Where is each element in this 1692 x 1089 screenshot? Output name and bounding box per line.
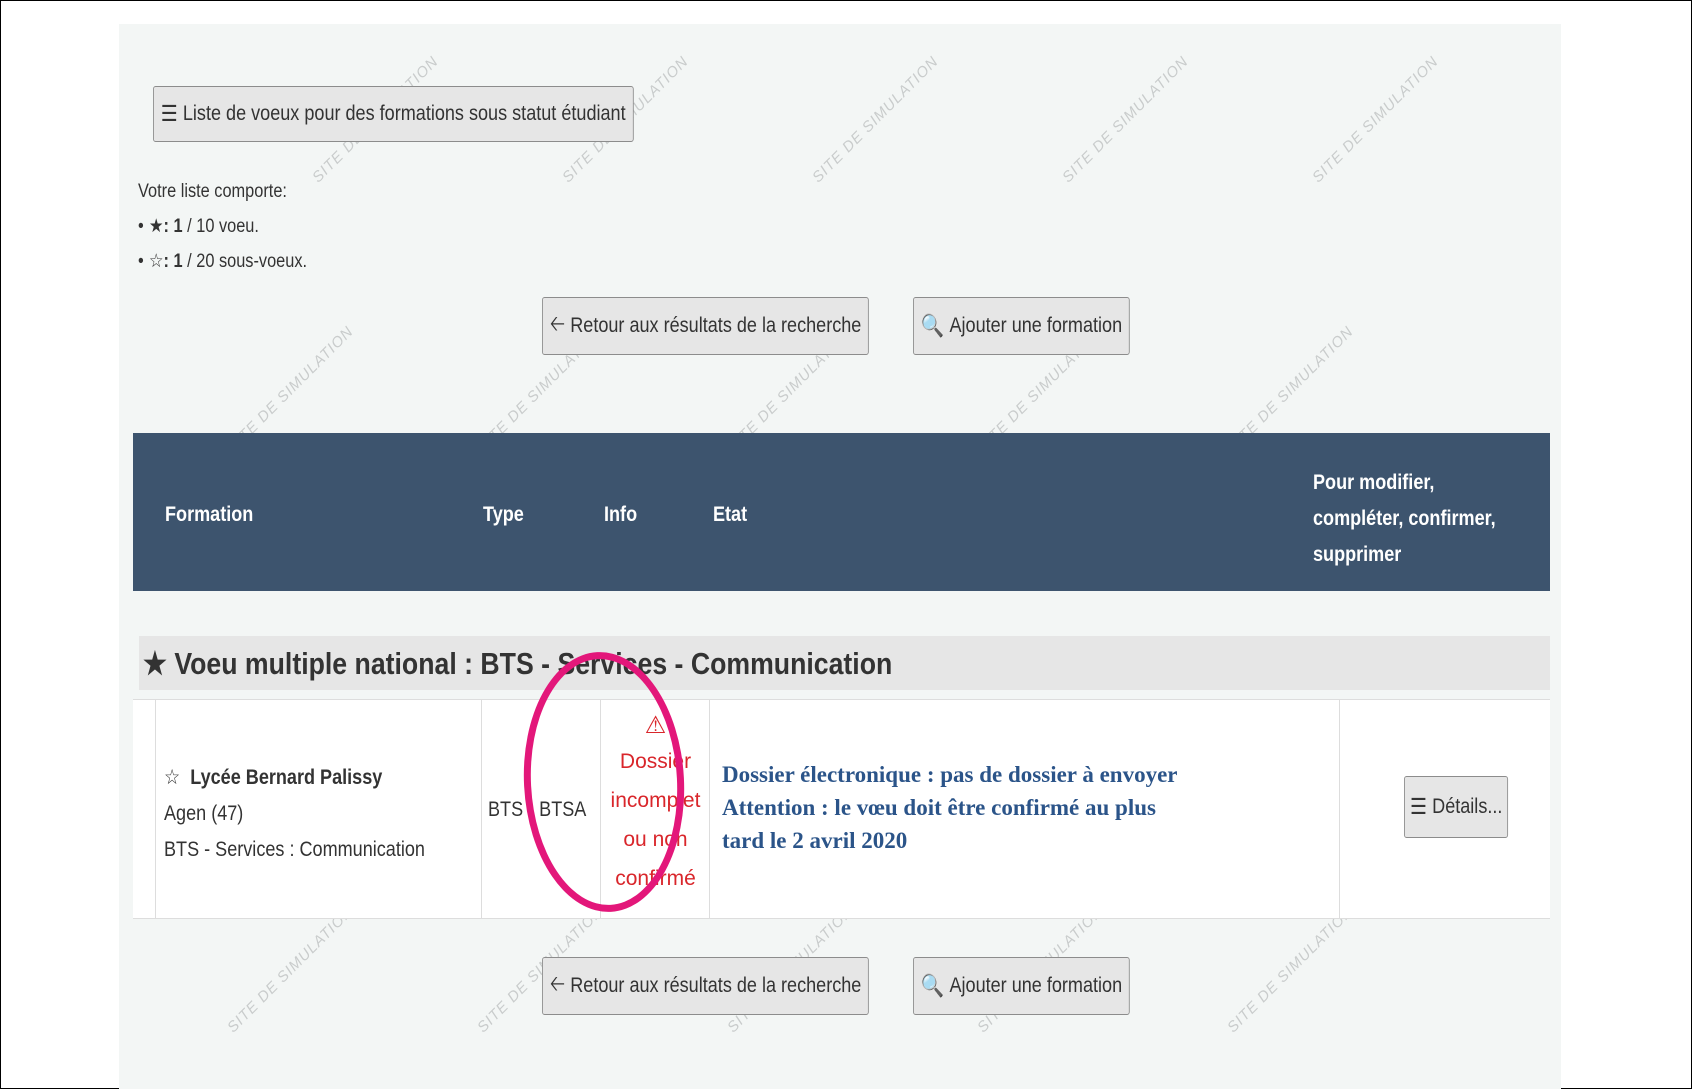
wish-summary: Votre liste comporte: • ★: 1 / 10 voeu. •… [138, 174, 307, 279]
formation-details: ☆ Lycée Bernard Palissy Agen (47) BTS - … [164, 760, 425, 868]
group-row: ★ Voeu multiple national : BTS - Service… [139, 636, 1550, 690]
watermark: SITE DE SIMULATION [224, 903, 357, 1037]
header-etat: Etat [713, 503, 748, 526]
arrow-left-icon: 🡠 [549, 971, 566, 996]
group-title-text: Voeu multiple national : BTS - Services … [174, 646, 893, 681]
sous-voeux-text: / 20 sous-voeux. [182, 251, 308, 272]
details-label: Détails... [1432, 795, 1503, 818]
header-modify-line: supprimer [1313, 543, 1402, 566]
etat-line: Dossier électronique : pas de dossier à … [722, 762, 1178, 787]
header-formation: Formation [165, 503, 254, 526]
header-modify-line: Pour modifier, [1313, 471, 1435, 494]
wish-list-button[interactable]: ☰ Liste de voeux pour des formations sou… [153, 86, 634, 142]
voeux-count: 1 [173, 216, 183, 237]
voeux-text: / 10 voeu. [182, 216, 259, 237]
watermark: SITE DE SIMULATION [1309, 53, 1442, 187]
header-modify: Pour modifier, compléter, confirmer, sup… [1313, 465, 1496, 573]
etat-cell: Dossier électronique : pas de dossier à … [709, 700, 1339, 918]
back-to-results-label: Retour aux résultats de la recherche [570, 974, 862, 997]
header-info: Info [604, 503, 638, 526]
add-formation-label: Ajouter une formation [949, 314, 1123, 337]
actions-cell: ☰ Détails... [1339, 700, 1550, 918]
table-header: Formation Type Info Etat Pour modifier, … [133, 433, 1550, 591]
back-to-results-label: Retour aux résultats de la recherche [570, 314, 862, 337]
list-icon: ☰ [1410, 794, 1427, 819]
add-formation-label: Ajouter une formation [949, 974, 1123, 997]
add-formation-button[interactable]: 🔍 Ajouter une formation [913, 297, 1130, 355]
zoom-in-icon: 🔍 [920, 313, 945, 338]
header-type: Type [483, 503, 524, 526]
summary-intro: Votre liste comporte: [138, 181, 287, 202]
arrow-left-icon: 🡠 [549, 311, 566, 336]
star-outline-icon: ☆ [148, 251, 164, 272]
watermark: SITE DE SIMULATION [809, 53, 942, 187]
list-icon: ☰ [160, 101, 178, 126]
summary-voeux: • ★: 1 / 10 voeu. [138, 216, 259, 237]
school-line: ☆ Lycée Bernard Palissy [164, 760, 425, 796]
program-name: BTS - Services : Communication [164, 838, 425, 861]
wish-list-button-label: Liste de voeux pour des formations sous … [182, 102, 626, 125]
back-to-results-button[interactable]: 🡠 Retour aux résultats de la recherche [542, 297, 870, 355]
watermark: SITE DE SIMULATION [1224, 903, 1357, 1037]
summary-sous-voeux: • ☆: 1 / 20 sous-voeux. [138, 251, 308, 272]
star-filled-icon: ★ [148, 216, 164, 237]
table-row: ☆ Lycée Bernard Palissy Agen (47) BTS - … [133, 699, 1550, 919]
main-panel: SITE DE SIMULATION SITE DE SIMULATION SI… [119, 24, 1561, 1089]
zoom-in-icon: 🔍 [920, 973, 945, 998]
add-formation-button-bottom[interactable]: 🔍 Ajouter une formation [913, 957, 1130, 1015]
sous-voeux-count: 1 [173, 251, 183, 272]
group-title: ★ Voeu multiple national : BTS - Service… [143, 646, 892, 682]
etat-line: Attention : le vœu doit être confirmé au… [722, 795, 1156, 853]
watermark: SITE DE SIMULATION [1059, 53, 1192, 187]
header-modify-line: compléter, confirmer, [1313, 507, 1496, 530]
etat-text: Dossier électronique : pas de dossier à … [722, 758, 1192, 857]
details-button[interactable]: ☰ Détails... [1404, 776, 1509, 838]
star-filled-icon: ★ [143, 646, 167, 681]
star-outline-icon: ☆ [164, 766, 181, 789]
back-to-results-button-bottom[interactable]: 🡠 Retour aux résultats de la recherche [542, 957, 870, 1015]
school-name: Lycée Bernard Palissy [190, 766, 383, 789]
formation-cell: ☆ Lycée Bernard Palissy Agen (47) BTS - … [155, 700, 481, 918]
school-city: Agen (47) [164, 802, 244, 825]
